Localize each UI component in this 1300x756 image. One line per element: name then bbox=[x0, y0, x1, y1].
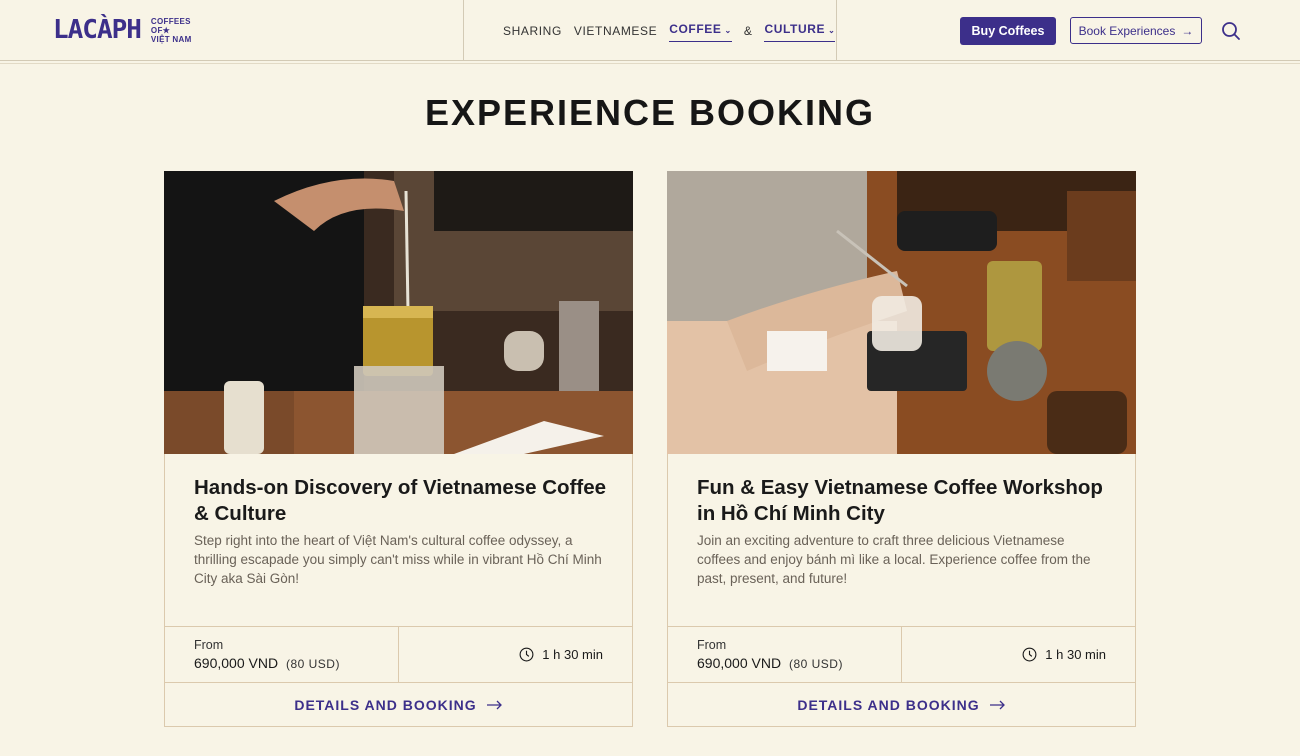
page-title: EXPERIENCE BOOKING bbox=[424, 92, 876, 133]
buy-coffees-button[interactable]: Buy Coffees bbox=[960, 17, 1056, 45]
chevron-down-icon: ⌄ bbox=[828, 26, 836, 35]
price-usd: (80 USD) bbox=[788, 657, 843, 671]
experience-photo-pour-over[interactable] bbox=[164, 171, 633, 454]
nav-item-ampersand: & bbox=[744, 22, 753, 40]
experience-photo-workshop[interactable] bbox=[667, 171, 1136, 454]
price-vnd: 690,000 VND bbox=[697, 655, 782, 671]
arrow-right-icon: → bbox=[1181, 23, 1194, 38]
book-experiences-button[interactable]: Book Experiences → bbox=[1070, 17, 1202, 44]
logo-wordmark: LACÀPH bbox=[53, 15, 142, 45]
header-underline bbox=[0, 63, 1300, 64]
nav-item-label: CULTURE bbox=[764, 22, 826, 36]
logo-tagline-line: OF★ bbox=[150, 25, 171, 35]
nav-item-sharing[interactable]: SHARING bbox=[503, 22, 562, 40]
logo-tagline: COFFEES OF★ VIỆT NAM bbox=[151, 17, 192, 44]
nav-item-culture[interactable]: CULTURE ⌄ bbox=[764, 20, 836, 42]
card-description: Step right into the heart of Việt Nam's … bbox=[194, 533, 602, 586]
details-booking-link[interactable]: DETAILS AND BOOKING bbox=[668, 683, 1135, 727]
logo-tagline-line: COFFEES bbox=[150, 16, 191, 26]
site-header: LACÀPH COFFEES OF★ VIỆT NAM SHARING VIET… bbox=[0, 0, 1300, 61]
card-description: Join an exciting adventure to craft thre… bbox=[697, 533, 1091, 586]
book-experiences-label: Book Experiences bbox=[1078, 23, 1176, 38]
experience-card: Fun & Easy Vietnamese Coffee Workshop in… bbox=[667, 171, 1136, 727]
experience-card: Hands-on Discovery of Vietnamese Coffee … bbox=[164, 171, 633, 727]
nav-item-coffee[interactable]: COFFEE ⌄ bbox=[669, 20, 732, 42]
chevron-down-icon: ⌄ bbox=[724, 26, 732, 35]
price-from-label: From bbox=[697, 638, 727, 652]
clock-icon bbox=[519, 647, 534, 662]
price-from-label: From bbox=[194, 638, 224, 652]
meta-divider bbox=[398, 627, 399, 682]
details-booking-link[interactable]: DETAILS AND BOOKING bbox=[165, 683, 632, 727]
site-logo[interactable]: LACÀPH COFFEES OF★ VIỆT NAM bbox=[53, 14, 192, 46]
logo-tagline-line: VIỆT NAM bbox=[150, 34, 192, 44]
price-vnd: 690,000 VND bbox=[194, 655, 279, 671]
card-meta: From 690,000 VND (80 USD) 1 h 30 min bbox=[165, 626, 632, 683]
nav-item-label: VIETNAMESE bbox=[573, 24, 658, 38]
coffee-pour-illustration bbox=[164, 171, 633, 454]
nav-item-label: & bbox=[743, 24, 753, 38]
duration: 1 h 30 min bbox=[519, 647, 603, 662]
arrow-right-icon bbox=[486, 700, 502, 710]
price: 690,000 VND (80 USD) bbox=[194, 655, 340, 671]
search-icon[interactable] bbox=[1221, 21, 1241, 41]
duration-text: 1 h 30 min bbox=[1045, 647, 1106, 662]
meta-divider bbox=[901, 627, 902, 682]
duration: 1 h 30 min bbox=[1022, 647, 1106, 662]
price-usd: (80 USD) bbox=[285, 657, 340, 671]
arrow-right-icon bbox=[989, 700, 1005, 710]
header-divider bbox=[463, 0, 464, 61]
coffee-workshop-illustration bbox=[667, 171, 1136, 454]
details-booking-label: DETAILS AND BOOKING bbox=[294, 697, 477, 713]
card-meta: From 690,000 VND (80 USD) 1 h 30 min bbox=[668, 626, 1135, 683]
card-title: Fun & Easy Vietnamese Coffee Workshop in… bbox=[697, 476, 1103, 525]
details-booking-label: DETAILS AND BOOKING bbox=[797, 697, 980, 713]
main-nav: SHARING VIETNAMESE COFFEE ⌄ & CULTURE ⌄ bbox=[503, 20, 847, 42]
nav-item-label: COFFEE bbox=[669, 22, 722, 36]
clock-icon bbox=[1022, 647, 1037, 662]
nav-item-vietnamese[interactable]: VIETNAMESE bbox=[574, 22, 657, 40]
price: 690,000 VND (80 USD) bbox=[697, 655, 843, 671]
nav-item-label: SHARING bbox=[503, 24, 562, 38]
card-title: Hands-on Discovery of Vietnamese Coffee … bbox=[194, 476, 607, 525]
duration-text: 1 h 30 min bbox=[542, 647, 603, 662]
